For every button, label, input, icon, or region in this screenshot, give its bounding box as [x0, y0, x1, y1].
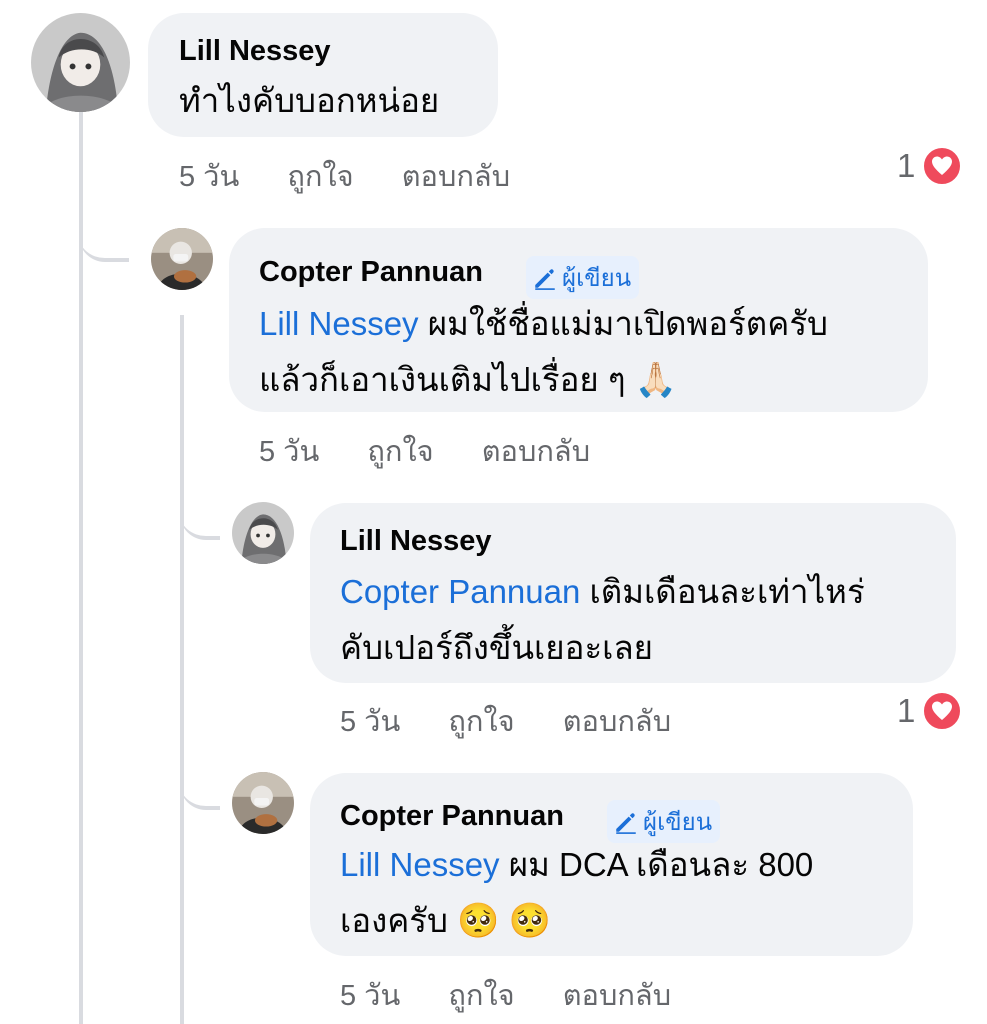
avatar-anime-image [31, 13, 130, 112]
avatar[interactable] [232, 772, 294, 834]
comment-meta: 5 วัน ถูกใจ ตอบกลับ [179, 153, 510, 199]
comment-time[interactable]: 5 วัน [340, 980, 400, 1012]
comment-text-line: เองครับ [340, 902, 448, 939]
comment-author[interactable]: Lill Nessey [179, 35, 331, 68]
heart-icon [921, 690, 964, 732]
mention-link[interactable]: Lill Nessey [259, 305, 419, 342]
comment-text: Lill Nessey ผม DCA เดือนละ 800 [340, 837, 813, 893]
heart-icon [921, 145, 964, 187]
pleading-face-emoji: 🥺 🥺 [457, 902, 552, 940]
reply-button[interactable]: ตอบกลับ [402, 161, 510, 193]
comment-text-line: แล้วก็เอาเงินเติมไปเรื่อย ๆ [259, 361, 626, 398]
thread-connector [79, 200, 129, 262]
like-button[interactable]: ถูกใจ [448, 980, 514, 1012]
comment-text: คับเปอร์ถึงขึ้นเยอะเลย [340, 620, 653, 676]
comment-text-line: ผมใช้ชื่อแม่มาเปิดพอร์ตครับ [418, 305, 828, 342]
author-badge-label: ผู้เขียน [562, 265, 632, 292]
reply-button[interactable]: ตอบกลับ [482, 436, 590, 468]
comment-time[interactable]: 5 วัน [340, 706, 400, 738]
like-button[interactable]: ถูกใจ [367, 436, 433, 468]
avatar[interactable] [232, 502, 294, 564]
reaction-count-number: 1 [897, 692, 916, 729]
comment-text: แล้วก็เอาเงินเติมไปเรื่อย ๆ 🙏🏻 [259, 352, 677, 408]
avatar[interactable] [151, 228, 213, 290]
comment-text: เองครับ 🥺 🥺 [340, 893, 551, 949]
avatar-anime-image [232, 502, 294, 564]
comment-text: Lill Nessey ผมใช้ชื่อแม่มาเปิดพอร์ตครับ [259, 296, 828, 352]
avatar-photo-image [151, 228, 213, 290]
comment-meta: 5 วัน ถูกใจ ตอบกลับ [340, 972, 671, 1018]
reply-button[interactable]: ตอบกลับ [563, 980, 671, 1012]
avatar[interactable] [31, 13, 130, 112]
avatar-photo-image [232, 772, 294, 834]
author-badge: ผู้เขียน [526, 256, 640, 299]
mention-link[interactable]: Copter Pannuan [340, 573, 580, 610]
thread-connector [180, 480, 220, 540]
author-badge-label: ผู้เขียน [643, 809, 713, 836]
comment-text: Copter Pannuan เติมเดือนละเท่าไหร่ [340, 564, 865, 620]
comment-text-line: คับเปอร์ถึงขึ้นเยอะเลย [340, 629, 654, 666]
like-button[interactable]: ถูกใจ [287, 161, 353, 193]
comment-meta: 5 วัน ถูกใจ ตอบกลับ [340, 698, 671, 744]
like-button[interactable]: ถูกใจ [448, 706, 514, 738]
thread-line-nested [180, 315, 184, 1024]
praying-hands-emoji: 🙏🏻 [634, 361, 678, 399]
comment-author[interactable]: Copter Pannuan [259, 256, 483, 289]
comment-meta: 5 วัน ถูกใจ ตอบกลับ [259, 428, 590, 474]
pencil-icon [535, 268, 555, 290]
pencil-icon [616, 812, 636, 834]
comment-author[interactable]: Copter Pannuan [340, 800, 564, 833]
reaction-count-number: 1 [897, 147, 916, 184]
comment-text-line: เติมเดือนละเท่าไหร่ [580, 573, 865, 610]
comment-author[interactable]: Lill Nessey [340, 525, 492, 558]
comment-text-line: ผม DCA เดือนละ 800 [499, 846, 814, 883]
comment-text: ทำไงคับบอกหน่อย [179, 82, 440, 119]
comment-time[interactable]: 5 วัน [179, 161, 239, 193]
reaction-count[interactable]: 1 [897, 145, 964, 187]
reply-button[interactable]: ตอบกลับ [563, 706, 671, 738]
thread-connector [180, 750, 220, 810]
comment-time[interactable]: 5 วัน [259, 436, 319, 468]
reaction-count[interactable]: 1 [897, 690, 964, 732]
mention-link[interactable]: Lill Nessey [340, 846, 500, 883]
